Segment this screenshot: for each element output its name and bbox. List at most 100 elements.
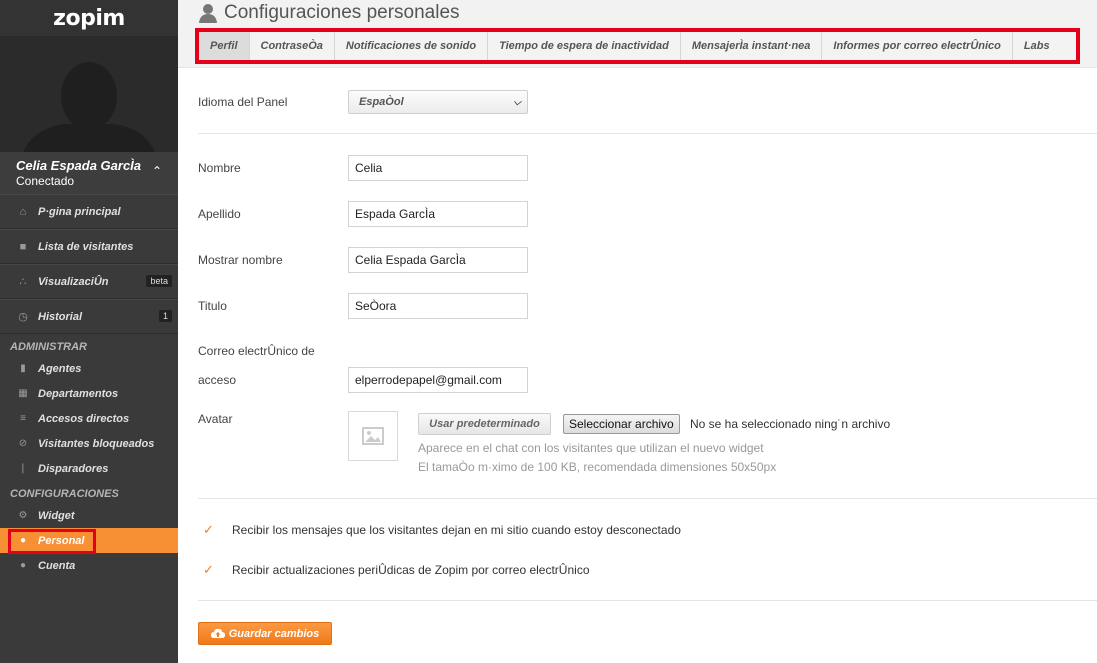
email-label: Correo electrÛnico de [198, 344, 315, 358]
sidebar-item-label: VisualizaciÛn [38, 275, 109, 288]
sidebar-item-home[interactable]: ⌂ P·gina principal [0, 194, 178, 229]
tab-bar: Perfil ContraseÒa Notificaciones de soni… [199, 32, 1076, 60]
save-button[interactable]: Guardar cambios [198, 622, 332, 645]
divider [198, 498, 1097, 499]
divider [198, 600, 1097, 601]
clock-icon: ◷ [18, 311, 28, 323]
avatar-size-hint: El tamaÒo m·ximo de 100 KB, recomendada … [418, 460, 777, 474]
image-placeholder-icon [362, 427, 384, 445]
sidebar-item-label: Visitantes bloqueados [38, 437, 155, 450]
avatar-label-row: Avatar [198, 412, 348, 426]
sidebar-item-label: Agentes [38, 362, 82, 375]
page-header: Configuraciones personales Perfil Contra… [178, 0, 1097, 68]
sidebar-item-label: Departamentos [38, 387, 119, 400]
person-icon [199, 4, 217, 23]
tab-sound-notifications[interactable]: Notificaciones de sonido [335, 32, 489, 60]
last-name-label: Apellido [198, 207, 241, 221]
title-input[interactable] [348, 293, 528, 319]
chevron-up-icon[interactable]: ⌃ [152, 164, 162, 178]
sidebar-item-departments[interactable]: ▦ Departamentos [0, 381, 178, 406]
sidebar-item-banned-visitors[interactable]: ⊘ Visitantes bloqueados [0, 431, 178, 456]
shortcut-icon: ≡ [20, 413, 26, 424]
display-name-row: Mostrar nombre [198, 247, 528, 273]
updates-label: Recibir actualizaciones periÛdicas de Zo… [232, 563, 590, 577]
page-title: Configuraciones personales [198, 2, 460, 24]
sidebar: zopim Celia Espada GarcÌa Conectado ⌃ ⌂ … [0, 0, 178, 663]
sidebar-item-label: Historial [38, 310, 83, 323]
sidebar-item-account[interactable]: ● Cuenta [0, 553, 178, 578]
user-silhouette-icon [19, 62, 159, 168]
page-title-text: Configuraciones personales [224, 2, 460, 23]
agent-icon: ▮ [20, 363, 26, 374]
divider [198, 133, 1097, 134]
building-icon: ▦ [18, 388, 28, 399]
avatar-preview [348, 411, 398, 461]
person-icon: ● [19, 535, 27, 546]
cloud-upload-icon [210, 628, 225, 638]
user-info[interactable]: Celia Espada GarcÌa Conectado ⌃ [0, 152, 178, 194]
sidebar-item-personal[interactable]: ● Personal [0, 528, 178, 553]
language-row: Idioma del Panel EspaÒol ⌵ [198, 90, 528, 114]
offline-messages-row[interactable]: ✓ Recibir los mensajes que los visitante… [203, 523, 681, 537]
sidebar-item-triggers[interactable]: ❘ Disparadores [0, 456, 178, 481]
sidebar-item-label: P·gina principal [38, 205, 121, 218]
use-default-button[interactable]: Usar predeterminado [418, 413, 551, 435]
title-label: Titulo [198, 299, 227, 313]
email-label-cont: acceso [198, 373, 237, 387]
tabs-highlight-box: Perfil ContraseÒa Notificaciones de soni… [195, 28, 1080, 64]
last-name-row: Apellido [198, 201, 528, 227]
network-icon: ∴ [19, 276, 27, 288]
email-row: acceso [198, 367, 528, 393]
sidebar-item-label: Personal [38, 534, 85, 547]
tab-profile[interactable]: Perfil [199, 32, 250, 60]
language-select[interactable]: EspaÒol ⌵ [348, 90, 528, 114]
first-name-label: Nombre [198, 161, 241, 175]
user-name: Celia Espada GarcÌa [16, 158, 142, 173]
tab-instant-messaging[interactable]: MensajerÌa instant·nea [681, 32, 823, 60]
sidebar-item-shortcuts[interactable]: ≡ Accesos directos [0, 406, 178, 431]
beta-badge: beta [146, 275, 172, 287]
sidebar-item-widget[interactable]: ⚙ Widget [0, 503, 178, 528]
blocked-icon: ⊘ [18, 438, 28, 449]
sidebar-item-label: Accesos directos [38, 412, 130, 425]
sidebar-item-visitor-list[interactable]: ■ Lista de visitantes [0, 229, 178, 264]
no-file-text: No se ha seleccionado ning˙n archivo [690, 417, 891, 431]
chevron-down-icon: ⌵ [513, 96, 521, 108]
email-input[interactable] [348, 367, 528, 393]
gear-icon: ⚙ [18, 510, 28, 521]
count-badge: 1 [158, 310, 172, 322]
sidebar-item-visualization[interactable]: ∴ VisualizaciÛn beta [0, 264, 178, 299]
display-name-input[interactable] [348, 247, 528, 273]
email-label-row: Correo electrÛnico de [198, 344, 348, 358]
language-label: Idioma del Panel [198, 95, 288, 109]
choose-file-button[interactable]: Seleccionar archivo [563, 414, 680, 434]
sidebar-item-history[interactable]: ◷ Historial 1 [0, 299, 178, 334]
sidebar-item-label: Widget [38, 509, 75, 522]
sidebar-item-label: Disparadores [38, 462, 109, 475]
last-name-input[interactable] [348, 201, 528, 227]
user-profile: Celia Espada GarcÌa Conectado ⌃ [0, 36, 178, 194]
tab-labs[interactable]: Labs [1013, 32, 1061, 60]
tab-email-reports[interactable]: Informes por correo electrÛnico [822, 32, 1013, 60]
section-admin: ADMINISTRAR [10, 341, 87, 353]
tab-idle-timeout[interactable]: Tiempo de espera de inactividad [488, 32, 681, 60]
checkbox-updates[interactable]: ✓ [203, 563, 215, 576]
save-label: Guardar cambios [228, 627, 320, 640]
user-status: Conectado [16, 174, 75, 188]
updates-row[interactable]: ✓ Recibir actualizaciones periÛdicas de … [203, 563, 590, 577]
tab-password[interactable]: ContraseÒa [250, 32, 335, 60]
first-name-row: Nombre [198, 155, 528, 181]
avatar-label: Avatar [198, 412, 233, 426]
display-name-label: Mostrar nombre [198, 253, 283, 267]
users-icon: ● [19, 560, 27, 571]
avatar-hint: Aparece en el chat con los visitantes qu… [418, 441, 764, 455]
sidebar-item-label: Cuenta [38, 559, 76, 572]
home-icon: ⌂ [19, 205, 27, 218]
logo[interactable]: zopim [0, 0, 178, 36]
trigger-icon: ❘ [18, 463, 28, 474]
sidebar-item-agents[interactable]: ▮ Agentes [0, 356, 178, 381]
sidebar-item-label: Lista de visitantes [38, 240, 134, 253]
first-name-input[interactable] [348, 155, 528, 181]
logo-text: zopim [53, 5, 125, 31]
checkbox-offline-messages[interactable]: ✓ [203, 523, 215, 536]
